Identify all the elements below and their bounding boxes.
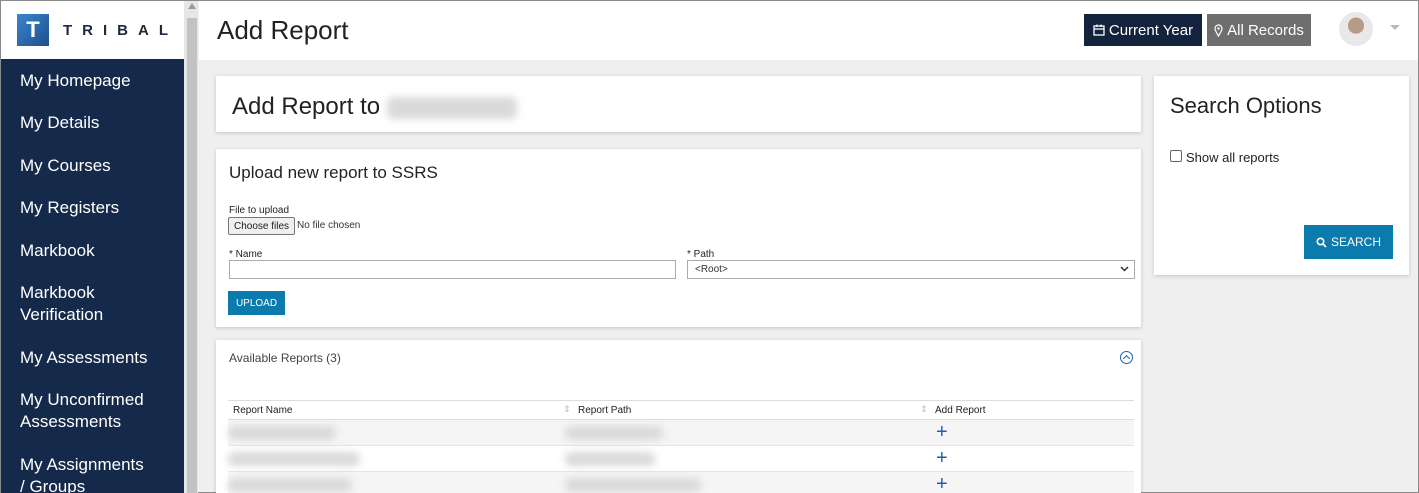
sidebar-item-my-homepage[interactable]: My Homepage [1, 70, 150, 92]
search-button-label: SEARCH [1330, 235, 1381, 249]
path-select[interactable]: <Root> [687, 260, 1135, 279]
upload-title: Upload new report to SSRS [229, 163, 438, 182]
file-to-upload-label: File to upload [229, 205, 290, 216]
available-reports-card: Available Reports (3) Report Name ⇕ Repo… [216, 340, 1141, 493]
sidebar-item-my-registers[interactable]: My Registers [1, 197, 138, 219]
column-add-report[interactable]: Add Report [935, 405, 986, 416]
tribal-logo-mark: T [17, 14, 49, 46]
sidebar-item-markbook-verification[interactable]: Markbook Verification [1, 282, 151, 326]
upload-button[interactable]: UPLOAD [228, 291, 285, 315]
no-file-chosen-text: No file chosen [297, 220, 361, 231]
name-input[interactable] [229, 260, 676, 279]
current-year-button[interactable]: Current Year [1084, 14, 1202, 46]
show-all-reports-label[interactable]: Show all reports [1186, 150, 1279, 165]
table-row: + [228, 472, 1134, 493]
current-year-label: Current Year [1108, 21, 1194, 39]
path-label: * Path [687, 249, 715, 260]
redacted-report-name [228, 478, 352, 492]
redacted-report-name [228, 426, 336, 440]
sidebar-item-my-assignments-groups[interactable]: My Assignments / Groups [1, 454, 171, 493]
sidebar-item-my-assessments[interactable]: My Assessments [1, 347, 167, 369]
sidebar-item-my-unconfirmed-assessments[interactable]: My Unconfirmed Assessments [1, 389, 171, 433]
sidebar-item-my-details[interactable]: My Details [1, 112, 118, 134]
search-button[interactable]: SEARCH [1304, 225, 1393, 259]
table-row: + [228, 446, 1134, 472]
plus-icon[interactable]: + [936, 447, 948, 469]
plus-icon[interactable]: + [936, 421, 948, 443]
logo[interactable]: T TRIBAL [1, 1, 184, 59]
column-report-name[interactable]: Report Name [233, 405, 292, 416]
chevron-down-icon[interactable] [1390, 25, 1400, 30]
redacted-report-path [565, 452, 655, 466]
reports-table-header: Report Name ⇕ Report Path ⇕ Add Report [228, 400, 1134, 420]
redacted-report-path [565, 426, 663, 440]
scroll-up-arrow-icon[interactable] [188, 3, 196, 9]
plus-icon[interactable]: + [936, 473, 948, 493]
tribal-logo-text: TRIBAL [63, 21, 178, 39]
scrollbar-thumb[interactable] [187, 18, 197, 493]
redacted-report-name [228, 452, 360, 466]
sidebar-item-markbook[interactable]: Markbook [1, 240, 114, 262]
sort-icon[interactable]: ⇕ [563, 404, 571, 415]
all-records-button[interactable]: All Records [1207, 14, 1311, 46]
page-title: Add Report [217, 15, 349, 45]
sidebar: T TRIBAL My Homepage My Details My Cours… [1, 1, 184, 493]
path-select-value: <Root> [695, 264, 728, 275]
search-options-title: Search Options [1170, 93, 1322, 118]
column-report-path[interactable]: Report Path [578, 405, 631, 416]
upload-card: Upload new report to SSRS File to upload… [216, 149, 1141, 327]
header: Add Report Current Year All Records [199, 1, 1418, 60]
sort-icon[interactable]: ⇕ [920, 404, 928, 415]
calendar-icon [1093, 24, 1105, 36]
map-marker-icon [1214, 23, 1223, 37]
add-report-card: Add Report to [216, 76, 1141, 132]
sidebar-item-my-courses[interactable]: My Courses [1, 155, 130, 177]
chevron-up-circle-icon[interactable] [1120, 351, 1133, 364]
search-options-card: Search Options Show all reports SEARCH [1154, 76, 1409, 275]
user-avatar[interactable] [1339, 12, 1373, 46]
show-all-reports-checkbox[interactable] [1170, 150, 1182, 162]
all-records-label: All Records [1227, 21, 1304, 39]
table-row: + [228, 420, 1134, 446]
chevron-down-icon [1120, 266, 1129, 272]
add-report-heading: Add Report to [232, 93, 517, 121]
available-reports-title: Available Reports (3) [229, 351, 341, 365]
redacted-report-path [565, 478, 701, 492]
choose-files-button[interactable]: Choose files [228, 217, 296, 235]
redacted-target-name [386, 96, 517, 119]
name-label: * Name [229, 249, 263, 260]
search-icon [1316, 236, 1327, 248]
